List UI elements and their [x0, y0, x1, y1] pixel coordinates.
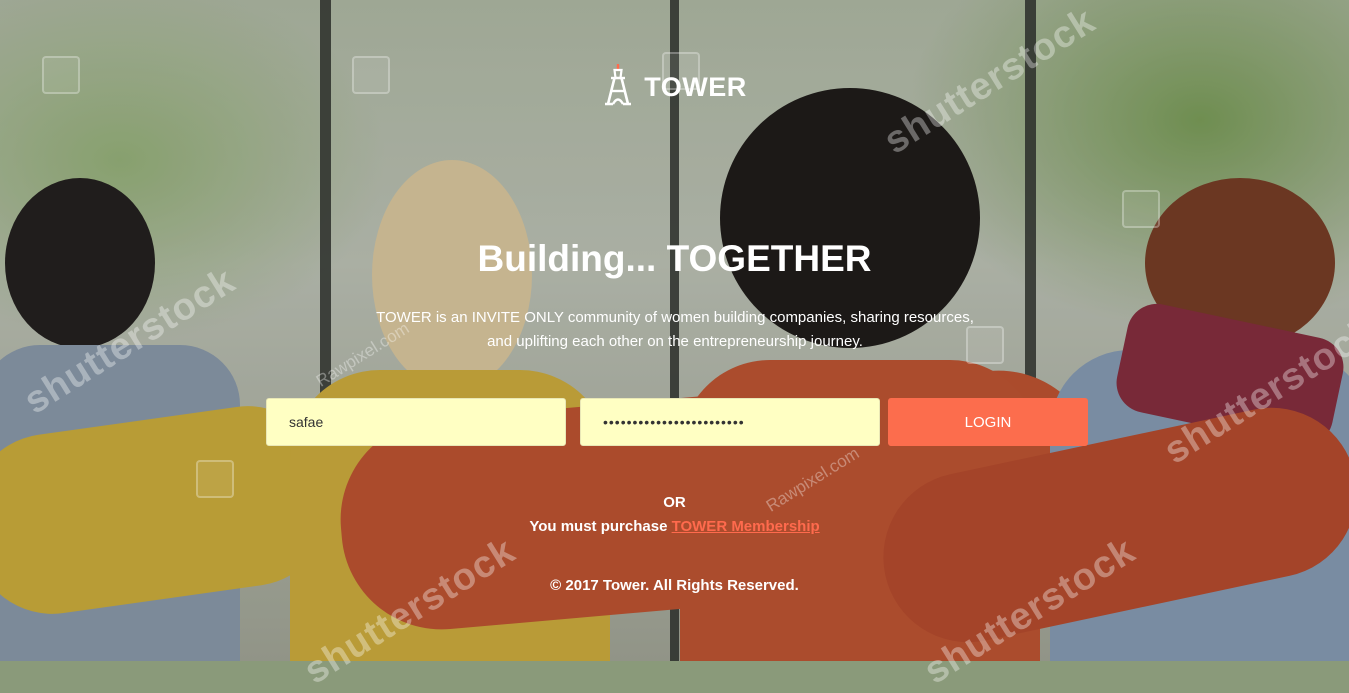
purchase-text: You must purchase TOWER Membership: [0, 518, 1349, 535]
page-description: TOWER is an INVITE ONLY community of wom…: [370, 306, 980, 354]
password-input[interactable]: [580, 398, 880, 446]
page-headline: Building... TOGETHER: [477, 238, 872, 279]
description-line: and uplifting each other on the entrepre…: [487, 333, 863, 350]
brand-logo[interactable]: TOWER: [0, 63, 1349, 111]
description-line: TOWER is an INVITE ONLY community of wom…: [376, 309, 974, 326]
brand-name: TOWER: [644, 72, 747, 102]
purchase-prefix: You must purchase: [529, 518, 672, 535]
membership-link[interactable]: TOWER Membership: [672, 518, 820, 535]
watermark-logo-icon: [1122, 190, 1160, 228]
copyright: © 2017 Tower. All Rights Reserved.: [550, 577, 799, 594]
watermark-logo-icon: [196, 460, 234, 498]
username-input[interactable]: [266, 398, 566, 446]
eiffel-tower-icon: [602, 63, 634, 111]
or-divider: OR: [663, 494, 686, 511]
login-button[interactable]: LOGIN: [888, 398, 1088, 446]
